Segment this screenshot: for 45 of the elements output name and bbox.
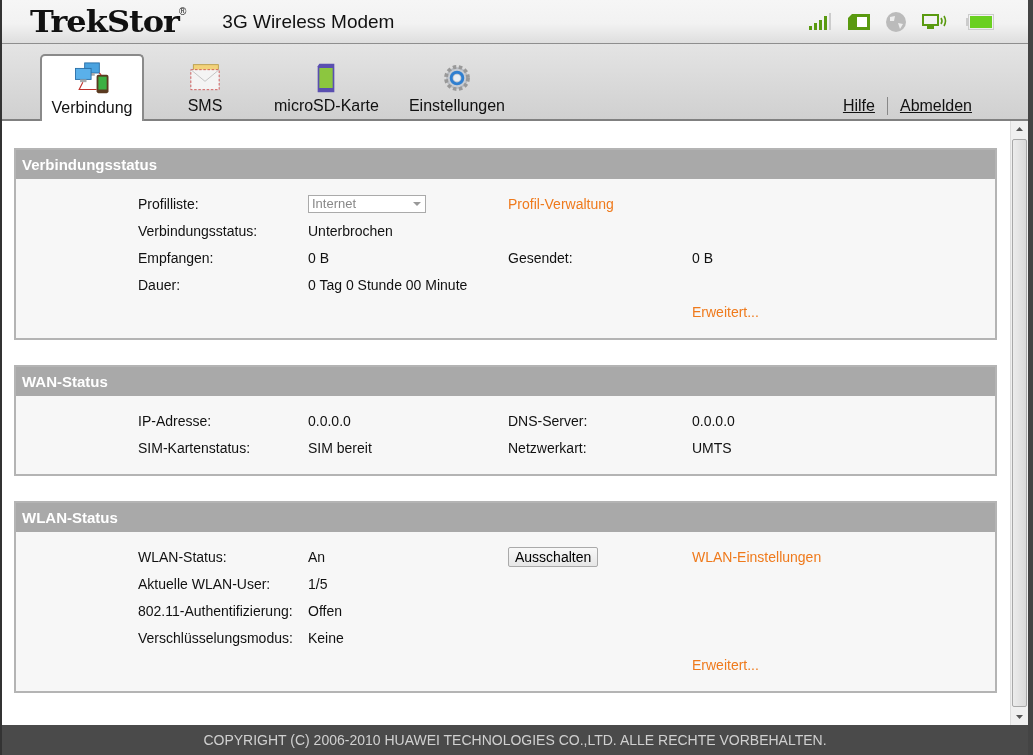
field-label: Gesendet: xyxy=(508,249,574,266)
nav-tab[interactable]: SMS xyxy=(158,55,252,119)
app-title: 3G Wireless Modem xyxy=(222,10,395,33)
registered-mark: ® xyxy=(178,6,187,17)
battery-icon xyxy=(966,13,994,30)
field-label: Netzwerkart: xyxy=(508,439,588,456)
field-label: Verschlüsselungsmodus: xyxy=(138,629,294,646)
toggle-button[interactable]: Ausschalten xyxy=(508,546,599,567)
panel-title: WAN-Status xyxy=(16,367,995,396)
field-value: An xyxy=(308,548,327,565)
field-label: Verbindungsstatus: xyxy=(138,222,259,239)
field-value: 0.0.0.0 xyxy=(692,412,736,429)
nav-tab[interactable]: microSD-Karte xyxy=(266,55,387,119)
field-value: SIM bereit xyxy=(308,439,373,456)
field-label: WLAN-Status: xyxy=(138,548,228,565)
globe-icon xyxy=(886,11,906,32)
field-label: Profilliste: xyxy=(138,195,200,212)
field-value: UMTS xyxy=(692,439,733,456)
field-label: 802.11-Authentifizierung: xyxy=(138,602,294,619)
field-value: 1/5 xyxy=(308,575,329,592)
header-link[interactable]: Hilfe xyxy=(842,97,875,115)
brand-logo: TrekStor xyxy=(30,3,179,40)
nav-tab[interactable]: Einstellungen xyxy=(400,55,513,119)
nav-tab[interactable]: Verbindung xyxy=(40,54,144,121)
field-value: 0.0.0.0 xyxy=(308,412,352,429)
header-link[interactable]: Abmelden xyxy=(899,97,972,115)
field-value: 0 B xyxy=(308,249,330,266)
field-value: Keine xyxy=(308,629,345,646)
network-computers-icon xyxy=(72,62,112,95)
field-value: Offen xyxy=(308,602,343,619)
sim-card-icon xyxy=(848,13,870,30)
field-label: SIM-Kartenstatus: xyxy=(138,439,252,456)
scrollbar-thumb[interactable] xyxy=(1012,139,1027,707)
copyright-footer: COPYRIGHT (C) 2006-2010 HUAWEI TECHNOLOGIES CO.,LTD. ALLE RECHTE VORBEHALTEN. xyxy=(2,725,1028,755)
signal-bars-icon xyxy=(808,13,832,30)
field-label: DNS-Server: xyxy=(508,412,589,429)
panel-title: Verbindungsstatus xyxy=(16,150,995,179)
field-value: 0 B xyxy=(692,249,714,266)
field-label: Dauer: xyxy=(138,276,182,293)
field-value: Unterbrochen xyxy=(308,222,394,239)
panel-title: WLAN-Status xyxy=(16,503,995,532)
field-label: Aktuelle WLAN-User: xyxy=(138,575,272,592)
field-label: IP-Adresse: xyxy=(138,412,213,429)
field-value: 0 Tag 0 Stunde 00 Minute xyxy=(308,276,469,293)
field-label: Empfangen: xyxy=(138,249,215,266)
